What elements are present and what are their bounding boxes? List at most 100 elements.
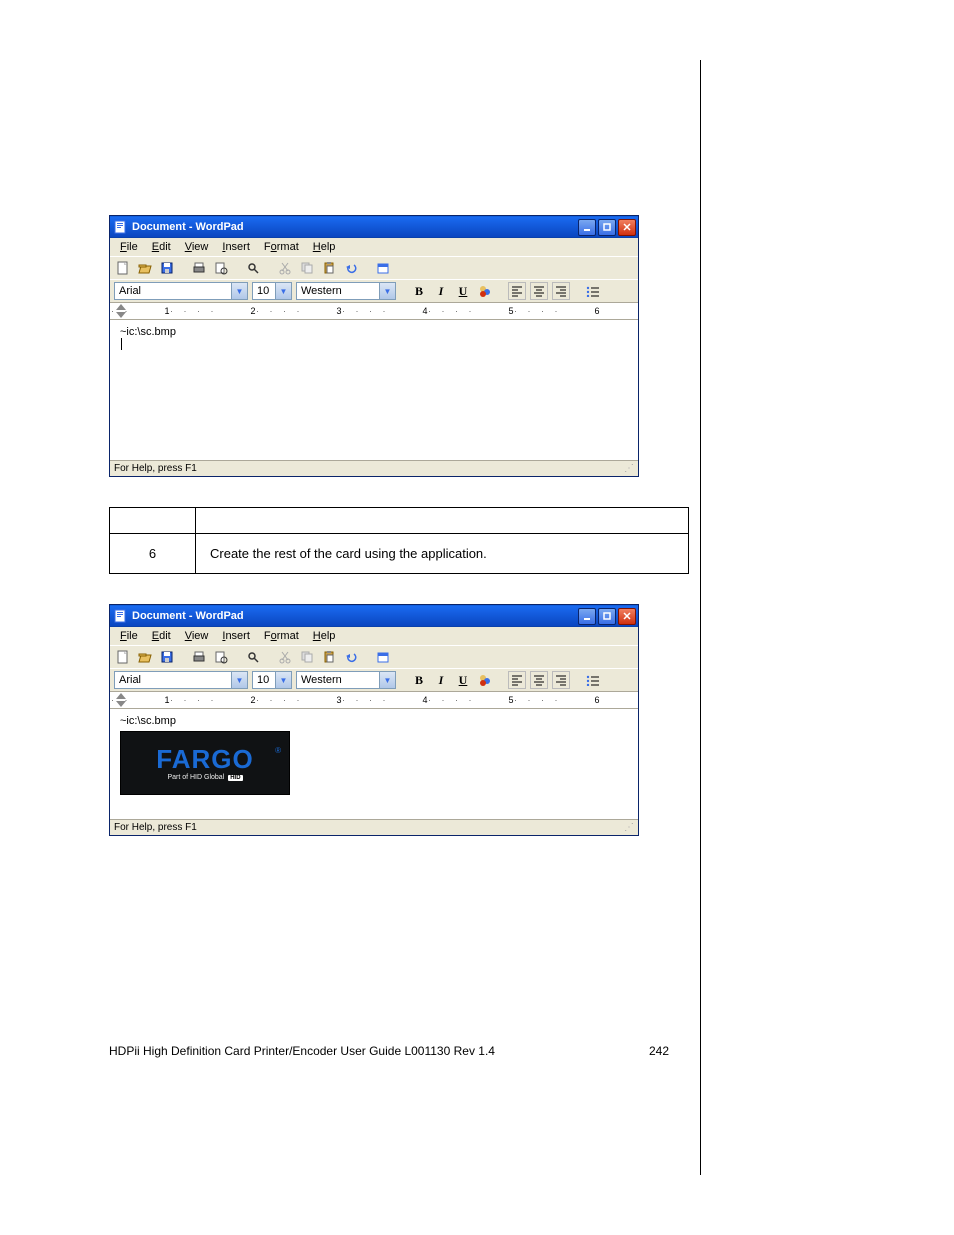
maximize-button[interactable] bbox=[598, 608, 616, 625]
format-toolbar: Arial ▼ 10 ▼ Western ▼ B I U bbox=[110, 279, 638, 302]
resize-grip-icon[interactable]: ⋰ bbox=[624, 822, 634, 833]
align-center-button[interactable] bbox=[530, 282, 548, 300]
print-preview-icon[interactable] bbox=[212, 259, 230, 277]
menu-help[interactable]: Help bbox=[307, 629, 342, 643]
menubar: File Edit View Insert Format Help bbox=[110, 627, 638, 645]
font-size-value: 10 bbox=[253, 674, 273, 686]
print-preview-icon[interactable] bbox=[212, 648, 230, 666]
dropdown-arrow-icon: ▼ bbox=[379, 672, 395, 688]
save-icon[interactable] bbox=[158, 259, 176, 277]
align-left-button[interactable] bbox=[508, 671, 526, 689]
menu-edit[interactable]: Edit bbox=[146, 629, 177, 643]
menu-file[interactable]: File bbox=[114, 629, 144, 643]
dropdown-arrow-icon: ▼ bbox=[231, 283, 247, 299]
italic-button[interactable]: I bbox=[432, 671, 450, 689]
minimize-button[interactable] bbox=[578, 608, 596, 625]
save-icon[interactable] bbox=[158, 648, 176, 666]
charset-value: Western bbox=[297, 674, 346, 686]
align-left-button[interactable] bbox=[508, 282, 526, 300]
window-title: Document - WordPad bbox=[132, 610, 578, 622]
wordpad-window-1: Document - WordPad File Edit View Insert… bbox=[109, 215, 639, 477]
paste-icon[interactable] bbox=[320, 648, 338, 666]
new-icon[interactable] bbox=[114, 648, 132, 666]
ruler[interactable]: 1 2 3 4 5 6 bbox=[110, 302, 638, 320]
datetime-icon[interactable] bbox=[374, 648, 392, 666]
menu-insert[interactable]: Insert bbox=[216, 629, 256, 643]
font-name-value: Arial bbox=[115, 285, 145, 297]
menu-insert[interactable]: Insert bbox=[216, 240, 256, 254]
format-toolbar: Arial ▼ 10 ▼ Western ▼ B I U bbox=[110, 668, 638, 691]
print-icon[interactable] bbox=[190, 648, 208, 666]
close-button[interactable] bbox=[618, 219, 636, 236]
underline-button[interactable]: U bbox=[454, 282, 472, 300]
charset-combo[interactable]: Western ▼ bbox=[296, 282, 396, 300]
fargo-logo-text: FARGO bbox=[156, 746, 253, 772]
find-icon[interactable] bbox=[244, 648, 262, 666]
instruction-table: 6 Create the rest of the card using the … bbox=[109, 507, 689, 574]
ruler-ticks: 1 2 3 4 5 6 bbox=[126, 306, 638, 316]
menu-format[interactable]: Format bbox=[258, 629, 305, 643]
color-button[interactable] bbox=[476, 282, 494, 300]
maximize-button[interactable] bbox=[598, 219, 616, 236]
step-text: Create the rest of the card using the ap… bbox=[196, 534, 689, 574]
bullets-button[interactable] bbox=[584, 282, 602, 300]
align-right-button[interactable] bbox=[552, 671, 570, 689]
menu-view[interactable]: View bbox=[179, 629, 215, 643]
resize-grip-icon[interactable]: ⋰ bbox=[624, 463, 634, 474]
minimize-button[interactable] bbox=[578, 219, 596, 236]
underline-button[interactable]: U bbox=[454, 671, 472, 689]
document-area[interactable]: ~ic:\sc.bmp bbox=[110, 320, 638, 460]
charset-value: Western bbox=[297, 285, 346, 297]
font-size-value: 10 bbox=[253, 285, 273, 297]
bullets-button[interactable] bbox=[584, 671, 602, 689]
undo-icon[interactable] bbox=[342, 648, 360, 666]
dropdown-arrow-icon: ▼ bbox=[275, 283, 291, 299]
menubar: File Edit View Insert Format Help bbox=[110, 238, 638, 256]
wordpad-window-2: Document - WordPad File Edit View Insert… bbox=[109, 604, 639, 836]
cut-icon[interactable] bbox=[276, 648, 294, 666]
align-center-button[interactable] bbox=[530, 671, 548, 689]
statusbar: For Help, press F1 ⋰ bbox=[110, 819, 638, 835]
embedded-image[interactable]: ® FARGO Part of HID Global HID bbox=[120, 731, 290, 795]
menu-file[interactable]: File bbox=[114, 240, 144, 254]
color-button[interactable] bbox=[476, 671, 494, 689]
font-name-combo[interactable]: Arial ▼ bbox=[114, 282, 248, 300]
titlebar[interactable]: Document - WordPad bbox=[110, 605, 638, 627]
table-header-cell bbox=[196, 508, 689, 534]
paste-icon[interactable] bbox=[320, 259, 338, 277]
table-header-cell bbox=[110, 508, 196, 534]
close-button[interactable] bbox=[618, 608, 636, 625]
undo-icon[interactable] bbox=[342, 259, 360, 277]
italic-button[interactable]: I bbox=[432, 282, 450, 300]
font-size-combo[interactable]: 10 ▼ bbox=[252, 282, 292, 300]
menu-help[interactable]: Help bbox=[307, 240, 342, 254]
registered-mark: ® bbox=[275, 746, 281, 755]
bold-button[interactable]: B bbox=[410, 671, 428, 689]
bold-button[interactable]: B bbox=[410, 282, 428, 300]
ruler[interactable]: 1 2 3 4 5 6 bbox=[110, 691, 638, 709]
menu-view[interactable]: View bbox=[179, 240, 215, 254]
fargo-subtitle: Part of HID Global HID bbox=[167, 774, 242, 781]
menu-format[interactable]: Format bbox=[258, 240, 305, 254]
charset-combo[interactable]: Western ▼ bbox=[296, 671, 396, 689]
dropdown-arrow-icon: ▼ bbox=[275, 672, 291, 688]
copy-icon[interactable] bbox=[298, 259, 316, 277]
font-size-combo[interactable]: 10 ▼ bbox=[252, 671, 292, 689]
align-right-button[interactable] bbox=[552, 282, 570, 300]
menu-edit[interactable]: Edit bbox=[146, 240, 177, 254]
titlebar[interactable]: Document - WordPad bbox=[110, 216, 638, 238]
document-text: ~ic:\sc.bmp bbox=[120, 326, 176, 338]
page-footer: HDPii High Definition Card Printer/Encod… bbox=[109, 1044, 669, 1058]
cut-icon[interactable] bbox=[276, 259, 294, 277]
font-name-combo[interactable]: Arial ▼ bbox=[114, 671, 248, 689]
open-icon[interactable] bbox=[136, 259, 154, 277]
print-icon[interactable] bbox=[190, 259, 208, 277]
find-icon[interactable] bbox=[244, 259, 262, 277]
new-icon[interactable] bbox=[114, 259, 132, 277]
statusbar: For Help, press F1 ⋰ bbox=[110, 460, 638, 476]
copy-icon[interactable] bbox=[298, 648, 316, 666]
page-divider bbox=[700, 60, 701, 1175]
document-area[interactable]: ~ic:\sc.bmp ® FARGO Part of HID Global H… bbox=[110, 709, 638, 819]
open-icon[interactable] bbox=[136, 648, 154, 666]
datetime-icon[interactable] bbox=[374, 259, 392, 277]
